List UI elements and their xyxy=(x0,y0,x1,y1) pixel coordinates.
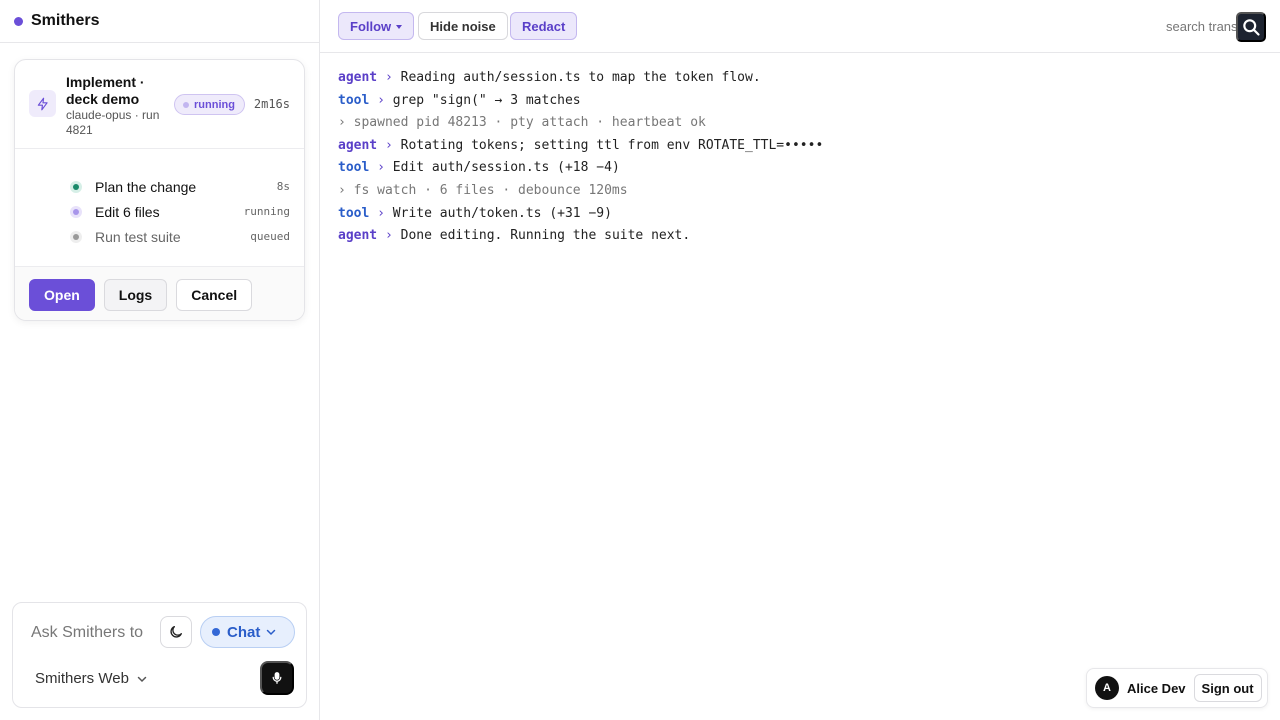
task-title: Implement · deck demo xyxy=(66,74,145,107)
noise-line: › spawned pid 48213 · pty attach · heart… xyxy=(338,112,823,135)
message-text: Write auth/token.ts (+31 −9) xyxy=(392,205,612,221)
status-label: running xyxy=(194,98,235,111)
transcript-toolbar: Follow Hide noise Redact xyxy=(320,0,1280,53)
lightning-icon xyxy=(29,90,56,117)
noise-line: › fs watch · 6 files · debounce 120ms xyxy=(338,180,823,203)
separator: › xyxy=(384,70,393,85)
user-name: Alice Dev xyxy=(1127,680,1186,696)
redact-button[interactable]: Redact xyxy=(510,12,578,40)
logs-button[interactable]: Logs xyxy=(103,278,168,311)
chevron-down-icon xyxy=(267,629,276,636)
step-item: Plan the change 8s xyxy=(15,174,304,199)
theme-toggle-button[interactable] xyxy=(160,616,192,648)
search-button[interactable] xyxy=(1236,12,1266,42)
step-item: Edit 6 files running xyxy=(15,199,304,224)
transcript-log: agent › Reading auth/session.ts to map t… xyxy=(338,67,823,248)
separator: › xyxy=(377,92,385,108)
task-header: Implement · deck demo claude-opus · run … xyxy=(15,60,304,149)
follow-label: Follow xyxy=(350,18,392,34)
task-actions: Open Logs Cancel xyxy=(15,267,304,320)
message-text: Done editing. Running the suite next. xyxy=(400,228,691,244)
message-text: Edit auth/session.ts (+18 −4) xyxy=(392,160,620,176)
message-text: Rotating tokens; setting ttl from env RO… xyxy=(400,137,824,153)
step-label: Edit 6 files xyxy=(95,203,160,220)
speaker-label: tool xyxy=(338,92,370,108)
step-done-icon xyxy=(70,180,82,193)
speaker-label: tool xyxy=(338,205,370,221)
transcript-line: tool › Edit auth/session.ts (+18 −4) xyxy=(338,157,823,180)
transcript-line: tool › Write auth/token.ts (+31 −9) xyxy=(338,203,823,226)
moon-icon xyxy=(170,626,182,638)
separator: › xyxy=(377,160,385,176)
separator: › xyxy=(384,137,393,153)
mode-dot xyxy=(212,628,220,636)
speaker-label: tool xyxy=(338,160,370,176)
brand: Smithers xyxy=(0,0,319,43)
transcript-search xyxy=(1158,12,1278,42)
separator: › xyxy=(338,115,346,131)
task-meta: claude-opus · run 4821 xyxy=(66,108,160,137)
composer: Chat Smithers Web xyxy=(12,602,307,708)
transcript-panel: Follow Hide noise Redact agent › Reading… xyxy=(320,0,1280,720)
step-state: queued xyxy=(250,230,290,243)
status-badge: running xyxy=(174,94,245,115)
brand-dot xyxy=(14,16,23,26)
speaker-label: agent xyxy=(338,228,378,244)
transcript-line: agent › Reading auth/session.ts to map t… xyxy=(338,67,823,90)
prompt-input[interactable] xyxy=(31,623,161,643)
step-item: Run test suite queued xyxy=(15,224,304,249)
speaker-label: agent xyxy=(338,137,378,153)
step-running-icon xyxy=(70,205,82,218)
mode-label: Chat xyxy=(227,623,261,641)
sidebar: Smithers Implement · deck demo claude-op… xyxy=(0,0,320,720)
cancel-button[interactable]: Cancel xyxy=(176,278,253,311)
chevron-down-icon xyxy=(137,676,147,682)
step-label: Plan the change xyxy=(95,178,197,195)
step-list: Plan the change 8s Edit 6 files running … xyxy=(15,149,304,267)
follow-button[interactable]: Follow xyxy=(338,12,415,40)
transcript-line: agent › Done editing. Running the suite … xyxy=(338,225,823,248)
transcript-line: tool › grep "sign(" → 3 matches xyxy=(338,90,823,113)
status-dot xyxy=(183,101,189,108)
caret-down-icon xyxy=(396,24,403,29)
sign-out-button[interactable]: Sign out xyxy=(1193,674,1262,702)
elapsed-time: 2m16s xyxy=(253,97,290,111)
separator: › xyxy=(338,182,346,198)
workspace-select[interactable]: Smithers Web xyxy=(35,670,147,687)
message-text: fs watch · 6 files · debounce 120ms xyxy=(353,182,628,198)
avatar[interactable]: A xyxy=(1095,676,1119,700)
hide-noise-button[interactable]: Hide noise xyxy=(418,12,508,40)
workspace-label: Smithers Web xyxy=(35,670,129,687)
separator: › xyxy=(384,228,393,244)
step-queued-icon xyxy=(70,230,82,243)
transcript-line: agent › Rotating tokens; setting ttl fro… xyxy=(338,135,823,158)
app-name: Smithers xyxy=(31,12,100,29)
open-button[interactable]: Open xyxy=(29,278,95,311)
step-state: running xyxy=(243,205,290,218)
user-chip: A Alice Dev Sign out xyxy=(1086,668,1268,708)
message-text: spawned pid 48213 · pty attach · heartbe… xyxy=(353,115,706,131)
speaker-label: agent xyxy=(338,70,378,85)
mode-select[interactable]: Chat xyxy=(200,616,295,648)
separator: › xyxy=(377,205,385,221)
message-text: Reading auth/session.ts to map the token… xyxy=(400,70,761,85)
search-input[interactable] xyxy=(1166,19,1236,34)
message-text: grep "sign(" → 3 matches xyxy=(392,92,581,108)
search-icon xyxy=(1243,19,1260,36)
step-state: 8s xyxy=(276,180,290,193)
mic-button[interactable] xyxy=(260,661,294,695)
task-card: Implement · deck demo claude-opus · run … xyxy=(14,59,305,321)
step-label: Run test suite xyxy=(95,228,181,245)
microphone-icon xyxy=(272,672,282,684)
